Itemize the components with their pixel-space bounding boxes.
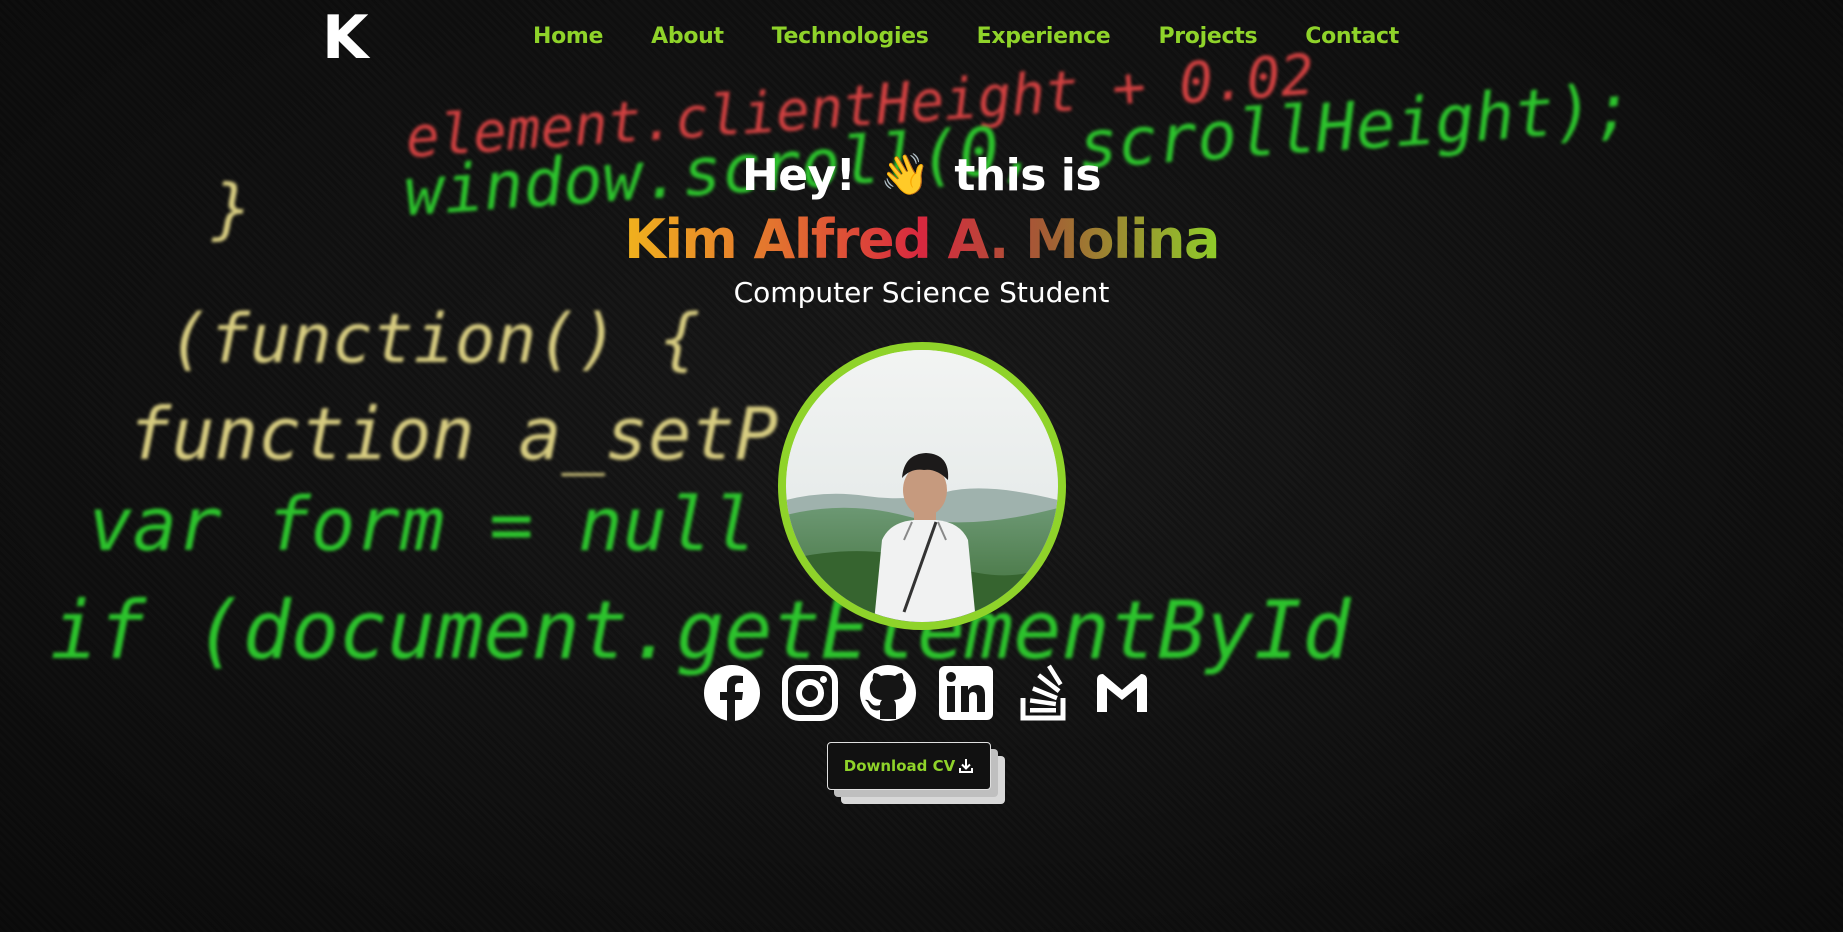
download-icon: [959, 759, 974, 773]
greeting: Hey! 👋 this is: [0, 150, 1843, 201]
nav-link-technologies[interactable]: Technologies: [772, 24, 929, 49]
linkedin-icon[interactable]: [937, 664, 995, 722]
nav-link-home[interactable]: Home: [533, 24, 603, 49]
code-line-4: (function() {: [168, 300, 701, 379]
nav-links: Home About Technologies Experience Proje…: [533, 24, 1399, 49]
hero-name: Kim Alfred A. Molina: [0, 208, 1843, 271]
hero-subtitle: Computer Science Student: [733, 276, 1110, 309]
gmail-icon[interactable]: [1093, 664, 1151, 722]
nav-link-contact[interactable]: Contact: [1305, 24, 1399, 49]
nav-link-experience[interactable]: Experience: [977, 24, 1111, 49]
profile-photo-illustration: [786, 350, 1058, 622]
stackoverflow-icon[interactable]: [1015, 664, 1073, 722]
waving-hand-icon: 👋: [880, 152, 930, 198]
site-logo[interactable]: K: [322, 2, 369, 74]
nav-link-projects[interactable]: Projects: [1158, 24, 1257, 49]
download-cv: Download CV: [827, 742, 1007, 806]
greeting-pre: Hey!: [741, 150, 856, 201]
nav-link-about[interactable]: About: [651, 24, 724, 49]
facebook-icon[interactable]: [703, 664, 761, 722]
social-links: [703, 664, 1151, 722]
navbar: K Home About Technologies Experience Pro…: [0, 0, 1843, 80]
instagram-icon[interactable]: [781, 664, 839, 722]
profile-photo: [778, 342, 1066, 630]
download-cv-label: Download CV: [843, 757, 956, 775]
greeting-post: this is: [954, 150, 1102, 201]
hero-name-text: Kim Alfred A. Molina: [624, 208, 1220, 271]
code-line-7: if (document.getElementById: [50, 584, 1351, 677]
github-icon[interactable]: [859, 664, 917, 722]
code-line-6: var form = null: [88, 482, 757, 568]
download-cv-button[interactable]: Download CV: [827, 742, 991, 790]
